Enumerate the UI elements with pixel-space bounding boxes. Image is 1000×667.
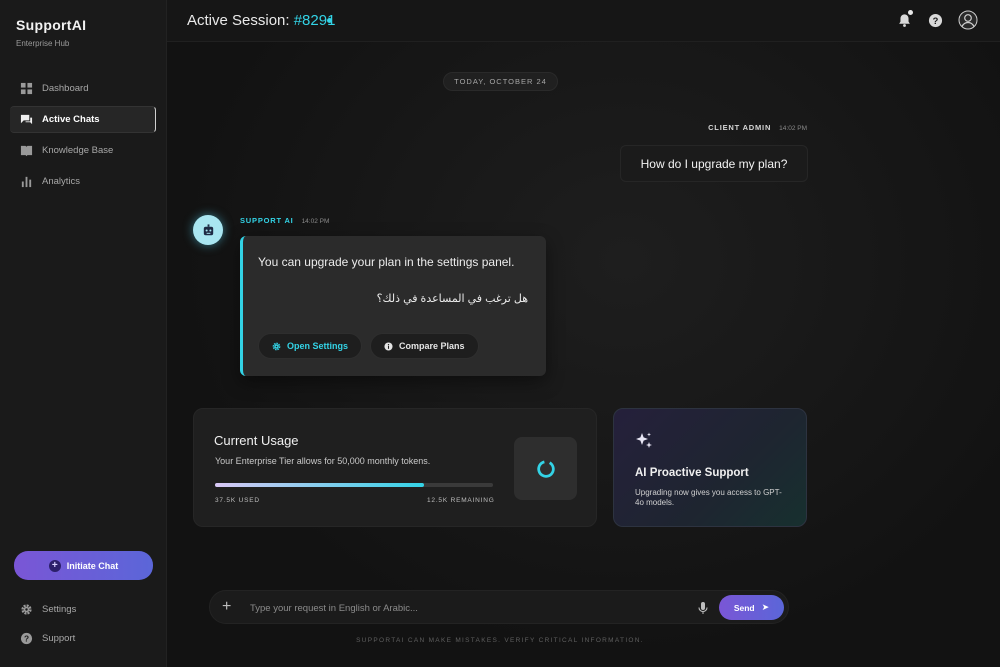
open-settings-label: Open Settings <box>287 341 349 351</box>
gear-icon <box>272 342 281 351</box>
sidebar-item-label: Dashboard <box>42 83 89 94</box>
svg-text:?: ? <box>23 633 28 643</box>
robot-icon <box>203 223 213 235</box>
usage-progress-bar <box>215 483 493 487</box>
ai-timestamp: 14:02 PM <box>301 218 330 225</box>
sidebar-item-label: Knowledge Base <box>42 145 114 156</box>
sidebar-item-knowledge-base[interactable]: Knowledge Base <box>10 137 156 164</box>
usage-title: Current Usage <box>214 433 299 448</box>
attach-plus-icon[interactable]: + <box>222 598 231 616</box>
help-icon[interactable]: ? <box>927 12 943 28</box>
open-settings-button[interactable]: Open Settings <box>258 333 363 359</box>
sidebar-item-active-chats[interactable]: Active Chats <box>10 106 156 133</box>
ai-avatar <box>193 215 223 245</box>
compare-plans-label: Compare Plans <box>399 341 465 351</box>
message-input[interactable] <box>250 599 670 617</box>
chat-icon <box>19 113 33 127</box>
sidebar-item-analytics[interactable]: Analytics <box>10 168 156 195</box>
session-title-prefix: Active Session: <box>187 12 294 29</box>
bar-chart-icon <box>19 175 33 189</box>
date-divider: TODAY, OCTOBER 24 <box>443 72 558 91</box>
proactive-title: AI Proactive Support <box>635 467 749 479</box>
usage-remaining-label: 12.5K REMAINING <box>427 497 495 504</box>
sidebar: SupportAI Enterprise Hub Dashboard Activ… <box>0 0 167 667</box>
usage-description: Your Enterprise Tier allows for 50,000 m… <box>215 456 431 466</box>
ai-message-bubble: You can upgrade your plan in the setting… <box>240 236 546 376</box>
client-timestamp: 14:02 PM <box>779 125 807 132</box>
ai-message-text: You can upgrade your plan in the setting… <box>258 255 515 269</box>
client-sender: CLIENT ADMIN <box>708 123 772 132</box>
notification-dot <box>908 10 913 15</box>
book-icon <box>19 144 33 158</box>
svg-text:?: ? <box>932 15 938 25</box>
sidebar-nav: Dashboard Active Chats Knowledge Base An… <box>10 75 156 199</box>
grid-icon <box>19 82 33 96</box>
send-label: Send <box>733 602 755 613</box>
chat-area: TODAY, OCTOBER 24 CLIENT ADMIN 14:02 PM H… <box>167 42 1000 667</box>
header: Active Session: #8291 ? <box>167 0 1000 42</box>
sidebar-item-label: Settings <box>42 604 77 615</box>
info-icon <box>384 341 393 351</box>
ai-message-meta: SUPPORT AI 14:02 PM <box>240 216 329 225</box>
compare-plans-button[interactable]: Compare Plans <box>370 333 479 359</box>
initiate-chat-label: Initiate Chat <box>66 560 119 571</box>
sidebar-item-label: Support <box>42 633 76 644</box>
ai-sender: SUPPORT AI <box>240 216 294 225</box>
sidebar-item-support[interactable]: ? Support <box>10 626 156 651</box>
disclaimer: SUPPORTAI CAN MAKE MISTAKES. VERIFY CRIT… <box>356 637 644 644</box>
client-message-bubble: How do I upgrade my plan? <box>620 145 808 182</box>
sidebar-item-label: Analytics <box>42 176 81 187</box>
usage-card: Current Usage Your Enterprise Tier allow… <box>193 408 597 527</box>
message-composer: + Send ➤ <box>209 590 789 624</box>
plus-icon: + <box>48 559 61 572</box>
sparkle-icon <box>634 431 654 456</box>
proactive-support-card[interactable]: AI Proactive Support Upgrading now gives… <box>613 408 807 527</box>
page-title: Active Session: #8291 <box>187 12 335 29</box>
usage-used-label: 37.5K USED <box>215 497 260 504</box>
client-message-meta: CLIENT ADMIN 14:02 PM <box>708 123 807 132</box>
live-status-dot <box>327 18 332 23</box>
sidebar-item-dashboard[interactable]: Dashboard <box>10 75 156 102</box>
proactive-description: Upgrading now gives you access to GPT-4o… <box>635 488 782 507</box>
send-arrow-icon: ➤ <box>761 602 770 612</box>
usage-progress-fill <box>215 483 424 487</box>
ai-message-text-arabic: هل ترغب في المساعدة في ذلك؟ <box>376 293 528 305</box>
microphone-icon[interactable] <box>697 601 709 620</box>
progress-ring-icon <box>536 459 555 478</box>
bell-icon[interactable] <box>896 10 913 28</box>
brand-subtitle: Enterprise Hub <box>16 39 70 48</box>
sidebar-item-label: Active Chats <box>42 114 100 125</box>
brand: SupportAI Enterprise Hub <box>16 17 86 48</box>
sidebar-bottom-nav: Settings ? Support <box>10 597 156 655</box>
initiate-chat-button[interactable]: + Initiate Chat <box>14 551 153 580</box>
gear-icon <box>19 603 33 617</box>
send-button[interactable]: Send ➤ <box>719 595 784 620</box>
sidebar-item-settings[interactable]: Settings <box>10 597 156 622</box>
usage-icon-box <box>514 437 577 500</box>
help-icon: ? <box>19 632 33 646</box>
brand-title: SupportAI <box>16 17 87 33</box>
user-avatar-icon[interactable] <box>958 10 978 30</box>
